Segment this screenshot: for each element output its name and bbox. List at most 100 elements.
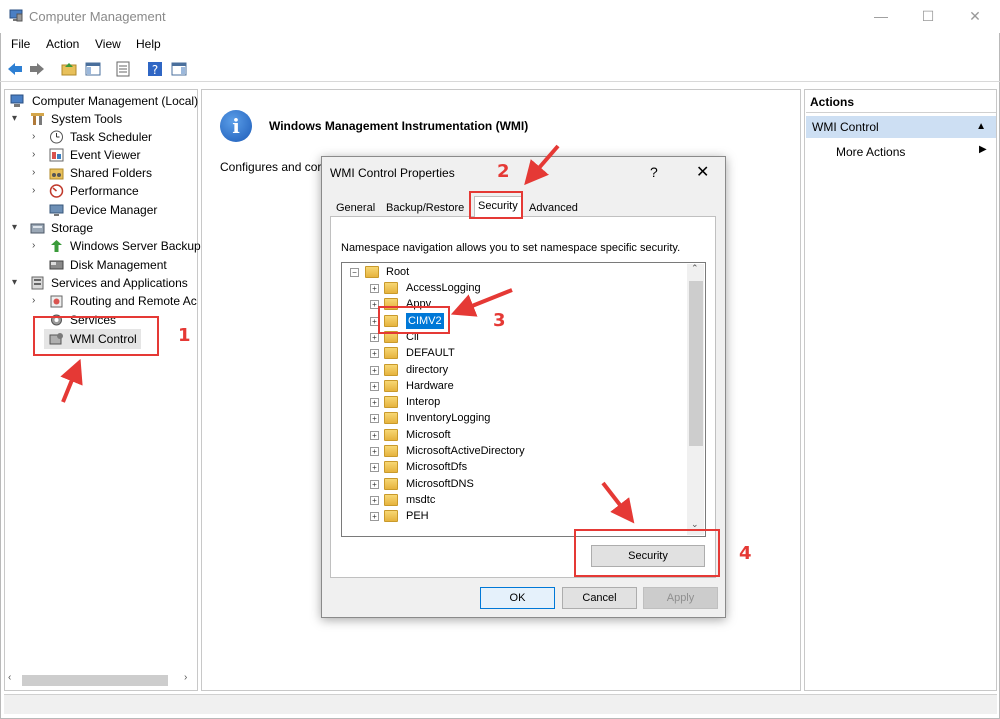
system-tools-icon <box>31 113 44 125</box>
tab-general[interactable]: General <box>333 199 378 219</box>
backup-icon <box>51 240 62 252</box>
expand-icon[interactable]: + <box>370 398 379 407</box>
scroll-up-icon[interactable]: ⌃ <box>691 263 699 274</box>
chevron-down-icon[interactable]: ▾ <box>12 219 22 237</box>
more-actions-label: More Actions <box>836 145 906 159</box>
close-button[interactable]: ✕ <box>965 6 985 26</box>
actions-header: Actions <box>806 95 996 113</box>
folder-icon <box>384 364 398 376</box>
back-arrow-icon[interactable] <box>6 60 24 78</box>
namespace-label: AccessLogging <box>406 282 481 294</box>
computer-management-icon <box>9 9 23 22</box>
tree-label: System Tools <box>51 112 123 126</box>
tree-label: Services and Applications <box>51 276 188 290</box>
annotation-number-4: 4 <box>739 543 752 564</box>
expand-icon[interactable]: + <box>370 480 379 489</box>
actions-selected-label: WMI Control <box>812 120 879 134</box>
chevron-right-icon[interactable]: › <box>32 292 42 310</box>
expand-icon[interactable]: + <box>370 382 379 391</box>
expand-icon[interactable]: + <box>370 366 379 375</box>
show-hide-console-tree-icon[interactable] <box>84 60 102 78</box>
menu-view[interactable]: View <box>95 37 121 51</box>
expand-icon[interactable]: + <box>370 414 379 423</box>
folder-icon <box>384 510 398 522</box>
title-bar: Computer Management — ☐ ✕ <box>0 0 1000 33</box>
expand-icon[interactable]: + <box>370 512 379 521</box>
collapse-up-icon[interactable]: ▲ <box>976 116 986 138</box>
scroll-left-icon[interactable]: ‹ <box>8 672 11 683</box>
annotation-number-1: 1 <box>178 325 191 346</box>
tree-label: Shared Folders <box>70 166 153 180</box>
dialog-help-button[interactable]: ? <box>650 164 658 180</box>
menu-action[interactable]: Action <box>46 37 79 51</box>
properties-icon[interactable] <box>114 60 132 78</box>
annotation-box-security-button <box>574 529 720 577</box>
tree-horizontal-scrollbar[interactable]: ‹ › <box>6 672 196 688</box>
up-folder-icon[interactable] <box>60 60 78 78</box>
folder-icon <box>384 347 398 359</box>
more-actions[interactable]: More Actions <box>836 145 905 159</box>
chevron-right-icon[interactable]: › <box>32 128 42 146</box>
apply-button[interactable]: Apply <box>643 587 718 609</box>
chevron-down-icon[interactable]: ▾ <box>12 110 22 128</box>
scroll-thumb[interactable] <box>22 675 168 686</box>
menu-file[interactable]: File <box>11 37 30 51</box>
tree-label: Storage <box>51 221 94 235</box>
event-viewer-icon <box>49 148 64 162</box>
performance-icon <box>49 184 64 198</box>
submenu-arrow-icon[interactable]: ▶ <box>979 144 987 155</box>
annotation-number-2: 2 <box>497 161 510 182</box>
chevron-right-icon[interactable]: › <box>32 237 42 255</box>
dialog-title: WMI Control Properties <box>330 166 455 180</box>
help-icon[interactable]: ? <box>146 60 164 78</box>
ok-button[interactable]: OK <box>480 587 555 609</box>
annotation-box-security-tab <box>469 191 523 219</box>
maximize-button[interactable]: ☐ <box>918 6 938 26</box>
tree-label: Event Viewer <box>70 148 141 162</box>
expand-icon[interactable]: + <box>370 333 379 342</box>
chevron-right-icon[interactable]: › <box>32 182 42 200</box>
namespace-label: MicrosoftDNS <box>406 478 474 490</box>
tab-backup-restore[interactable]: Backup/Restore <box>383 199 467 219</box>
info-icon: i <box>220 110 252 142</box>
forward-arrow-icon[interactable] <box>28 60 46 78</box>
cancel-button[interactable]: Cancel <box>562 587 637 609</box>
dialog-close-icon[interactable]: ✕ <box>696 162 709 182</box>
annotation-box-cimv2 <box>378 306 450 334</box>
namespace-label: PEH <box>406 510 429 522</box>
expand-icon[interactable]: + <box>370 463 379 472</box>
expand-icon[interactable]: + <box>370 431 379 440</box>
namespace-label: Microsoft <box>406 429 451 441</box>
scroll-right-icon[interactable]: › <box>184 672 187 683</box>
folder-icon <box>384 478 398 490</box>
tree-label: Task Scheduler <box>70 130 153 144</box>
wmi-heading: Windows Management Instrumentation (WMI) <box>269 119 529 133</box>
clock-icon <box>50 130 63 144</box>
tab-advanced[interactable]: Advanced <box>526 199 581 219</box>
show-hide-action-pane-icon[interactable] <box>170 60 188 78</box>
namespace-label: Root <box>386 266 410 278</box>
status-bar <box>4 694 997 714</box>
menu-help[interactable]: Help <box>136 37 161 51</box>
expand-icon[interactable]: + <box>370 284 379 293</box>
chevron-down-icon[interactable]: ▾ <box>12 274 22 292</box>
shared-folder-icon <box>49 168 64 180</box>
annotation-box-wmi-control <box>33 316 159 356</box>
collapse-icon[interactable]: − <box>350 268 359 277</box>
expand-icon[interactable]: + <box>370 349 379 358</box>
expand-icon[interactable]: + <box>370 496 379 505</box>
folder-icon <box>384 380 398 392</box>
namespace-label: MicrosoftDfs <box>406 461 468 473</box>
disk-management-icon <box>49 260 64 270</box>
window-title: Computer Management <box>29 9 166 24</box>
expand-icon[interactable]: + <box>370 447 379 456</box>
actions-wmi-control[interactable]: WMI Control ▲ <box>806 116 996 138</box>
namespace-label: Interop <box>406 396 441 408</box>
folder-icon <box>384 412 398 424</box>
minimize-button[interactable]: — <box>871 6 891 26</box>
chevron-right-icon[interactable]: › <box>32 146 42 164</box>
chevron-right-icon[interactable]: › <box>32 164 42 182</box>
namespace-scroll-thumb[interactable] <box>689 281 703 446</box>
tree-label: Computer Management (Local) <box>32 94 199 108</box>
namespace-label: InventoryLogging <box>406 412 491 424</box>
